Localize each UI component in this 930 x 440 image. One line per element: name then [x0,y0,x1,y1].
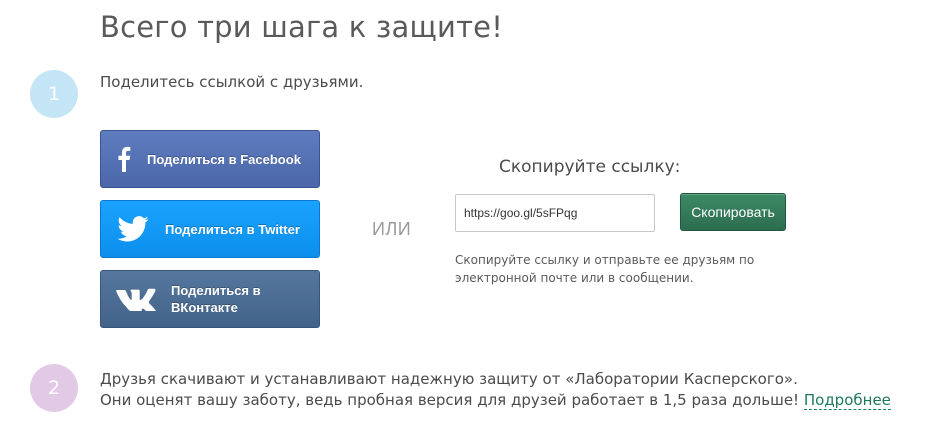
step-2-line-1: Друзья скачивают и устанавливают надежну… [100,370,798,388]
share-facebook-button[interactable]: Поделиться в Facebook [100,130,320,188]
copy-link-heading: Скопируйте ссылку: [499,157,681,177]
step-2-line-2-text: Они оценят вашу заботу, ведь пробная вер… [100,391,800,409]
share-twitter-button[interactable]: Поделиться в Twitter [100,200,320,258]
step-2-text: Друзья скачивают и устанавливают надежну… [100,369,891,411]
vk-icon [101,287,171,311]
copy-link-hint: Скопируйте ссылку и отправьте ее друзьям… [455,253,755,285]
step-2-line-2: Они оценят вашу заботу, ведь пробная вер… [100,390,891,411]
step-2-badge: 2 [30,364,78,412]
share-facebook-label: Поделиться в Facebook [147,151,301,167]
page-title: Всего три шага к защите! [100,10,504,44]
share-link-input[interactable] [455,194,655,232]
more-info-link[interactable]: Подробнее [803,391,891,410]
facebook-icon [101,146,147,172]
or-separator: ИЛИ [372,219,412,239]
share-twitter-label: Поделиться в Twitter [165,221,300,237]
share-vk-label: Поделиться в ВКонтакте [171,283,261,315]
step-1-number: 1 [47,83,61,105]
step-2-number: 2 [47,377,61,399]
copy-link-button[interactable]: Скопировать [680,193,786,231]
share-vk-button[interactable]: Поделиться в ВКонтакте [100,270,320,328]
step-1-badge: 1 [30,70,78,118]
step-1-text: Поделитесь ссылкой с друзьями. [100,73,364,91]
twitter-icon [101,216,165,242]
